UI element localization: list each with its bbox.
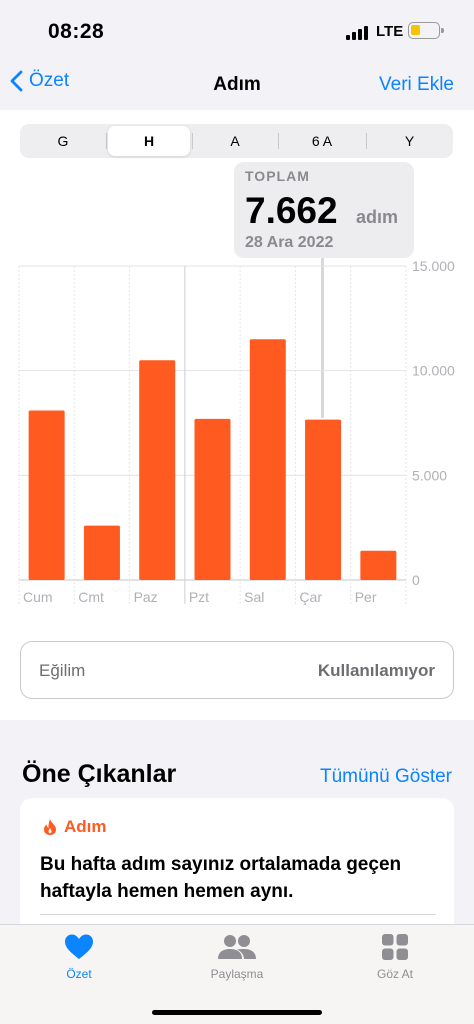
segment-day[interactable]: G — [22, 126, 104, 156]
home-indicator — [152, 1010, 322, 1015]
steps-bar-chart[interactable]: 15.000 10.000 5.000 0 Cum Cmt Paz Pzt Sal Çar Per — [0, 255, 474, 610]
trend-label: Eğilim — [39, 661, 86, 680]
tab-bar: Özet Paylaşma Göz At — [0, 924, 474, 1024]
show-all-link[interactable]: Tümünü Göster — [320, 766, 452, 788]
bar[interactable] — [28, 410, 65, 580]
bar[interactable] — [305, 419, 342, 580]
x-tick-label: Çar — [299, 589, 322, 605]
highlight-card[interactable]: Adım Bu hafta adım sayınız ortalamada ge… — [20, 798, 454, 938]
bar[interactable] — [249, 339, 286, 580]
x-tick-label: Cmt — [78, 589, 104, 605]
segment-month[interactable]: A — [194, 126, 276, 156]
x-tick-label: Paz — [134, 589, 158, 605]
tab-browse-label: Göz At — [376, 967, 414, 981]
highlights-title: Öne Çıkanlar — [22, 760, 177, 788]
y-tick-label: 0 — [412, 572, 420, 588]
battery-icon — [408, 22, 444, 39]
flame-icon — [44, 819, 56, 835]
add-data-button[interactable]: Veri Ekle — [379, 74, 454, 96]
tooltip-label: TOPLAM — [245, 168, 310, 184]
time-range-segmented-control: G H A 6 A Y — [20, 124, 453, 158]
trend-value: Kullanılamıyor — [317, 661, 435, 680]
bar[interactable] — [360, 550, 397, 580]
selected-value-tooltip: TOPLAM 7.662 adım 28 Ara 2022 — [234, 162, 414, 258]
tooltip-value: 7.662 — [245, 190, 338, 231]
tab-summary-label: Özet — [66, 967, 92, 981]
tooltip-date: 28 Ara 2022 — [245, 234, 334, 251]
tab-sharing[interactable]: Paylaşma — [182, 933, 292, 981]
x-tick-label: Pzt — [189, 589, 209, 605]
x-tick-label: Sal — [244, 589, 264, 605]
segment-year[interactable]: Y — [368, 126, 451, 156]
tooltip-unit: adım — [356, 207, 399, 227]
highlight-category: Adım — [42, 817, 107, 837]
tab-summary[interactable]: Özet — [24, 933, 134, 981]
people-icon — [218, 935, 256, 959]
y-tick-label: 10.000 — [412, 363, 455, 379]
highlight-category-label: Adım — [64, 817, 107, 836]
navigation-bar: Özet Adım Veri Ekle — [0, 60, 474, 110]
segment-week[interactable]: H — [108, 126, 190, 156]
highlight-text: Bu hafta adım sayınız ortalamada geçen h… — [40, 854, 402, 902]
segment-six-months[interactable]: 6 A — [280, 126, 364, 156]
bar[interactable] — [139, 360, 176, 580]
heart-icon — [65, 934, 93, 959]
x-tick-label: Per — [355, 589, 377, 605]
y-tick-label: 5.000 — [412, 467, 447, 483]
status-time: 08:28 — [48, 20, 105, 43]
y-tick-label: 15.000 — [412, 258, 455, 274]
network-type: LTE — [376, 23, 404, 40]
tab-browse[interactable]: Göz At — [340, 933, 450, 981]
x-tick-label: Cum — [23, 589, 53, 605]
grid-icon — [382, 934, 408, 960]
bar[interactable] — [83, 525, 120, 580]
bar[interactable] — [194, 418, 231, 580]
trend-row[interactable]: Eğilim Kullanılamıyor — [20, 641, 454, 699]
divider — [40, 914, 436, 915]
status-bar: 08:28 LTE — [0, 0, 474, 60]
cellular-signal-icon — [346, 26, 372, 40]
tab-sharing-label: Paylaşma — [210, 967, 264, 981]
